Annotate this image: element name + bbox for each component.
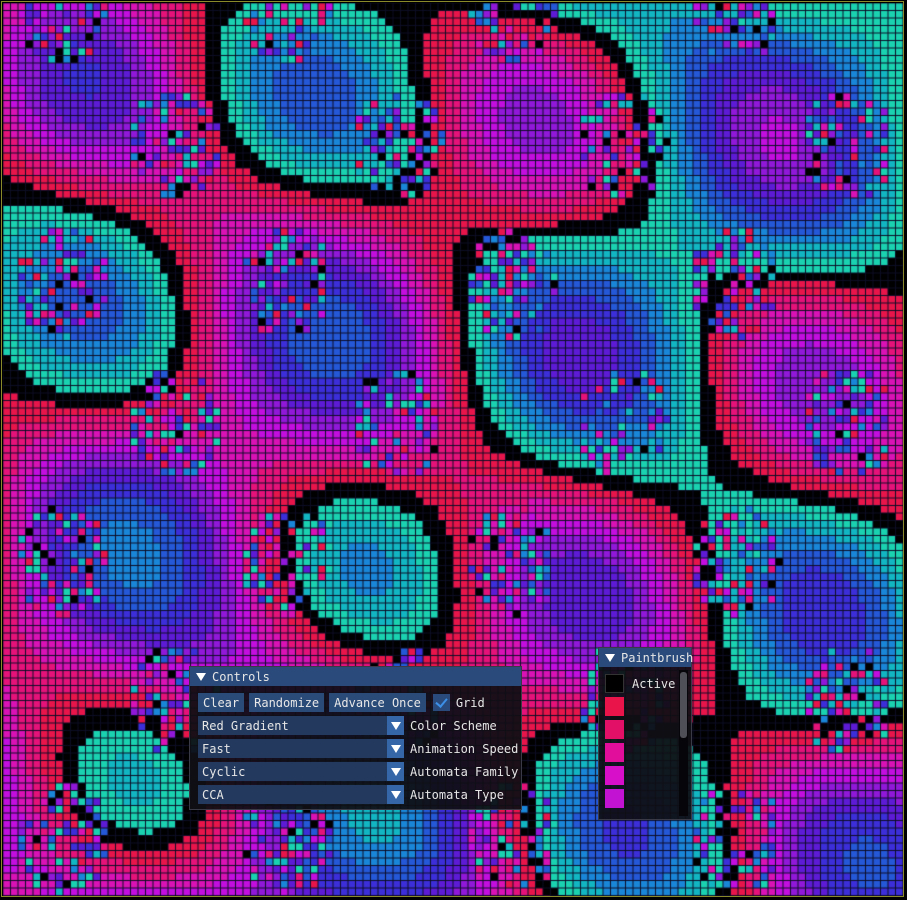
animation-speed-value: Fast xyxy=(202,741,231,756)
controls-titlebar[interactable]: Controls xyxy=(190,667,521,686)
grid-label: Grid xyxy=(455,695,485,710)
automata-type-label: Automata Type xyxy=(410,787,504,802)
automata-family-value: Cyclic xyxy=(202,764,246,779)
animation-speed-select[interactable]: Fast xyxy=(198,739,404,758)
color-scheme-value: Red Gradient xyxy=(202,718,289,733)
automata-type-row: CCA Automata Type xyxy=(198,785,504,804)
automata-family-row: Cyclic Automata Family xyxy=(198,762,518,781)
color-swatch[interactable] xyxy=(605,766,624,785)
randomize-button[interactable]: Randomize xyxy=(249,693,325,712)
color-swatch[interactable] xyxy=(605,697,624,716)
chevron-down-icon[interactable] xyxy=(387,762,404,781)
paintbrush-window: Paintbrush Active xyxy=(598,647,694,820)
paintbrush-title: Paintbrush xyxy=(621,650,694,665)
color-swatch[interactable] xyxy=(605,789,624,808)
collapse-arrow-icon[interactable] xyxy=(605,653,615,662)
color-swatch[interactable] xyxy=(605,743,624,762)
controls-window: Controls Clear Randomize Advance Once Gr… xyxy=(189,666,522,810)
color-scheme-row: Red Gradient Color Scheme xyxy=(198,716,497,735)
collapse-arrow-icon[interactable] xyxy=(196,672,206,681)
color-scheme-select[interactable]: Red Gradient xyxy=(198,716,404,735)
color-swatch[interactable] xyxy=(605,720,624,739)
automata-type-select[interactable]: CCA xyxy=(198,785,404,804)
cellular-automata-stage: Controls Clear Randomize Advance Once Gr… xyxy=(0,0,907,900)
active-color-row: Active xyxy=(605,674,675,693)
swatch-list xyxy=(605,697,624,808)
chevron-down-icon[interactable] xyxy=(387,785,404,804)
active-color-swatch[interactable] xyxy=(605,674,624,693)
advance-once-button[interactable]: Advance Once xyxy=(329,693,426,712)
grid-checkbox[interactable] xyxy=(432,694,450,711)
clear-button[interactable]: Clear xyxy=(198,693,245,712)
chevron-down-icon[interactable] xyxy=(387,716,404,735)
automata-family-label: Automata Family xyxy=(410,764,519,779)
active-label: Active xyxy=(632,676,676,691)
automata-family-select[interactable]: Cyclic xyxy=(198,762,404,781)
automata-type-value: CCA xyxy=(202,787,224,802)
controls-title: Controls xyxy=(212,669,270,684)
animation-speed-label: Animation Speed xyxy=(410,741,519,756)
paintbrush-scrollbar[interactable] xyxy=(679,670,688,816)
grid-toggle[interactable]: Grid xyxy=(432,694,485,711)
scrollbar-thumb[interactable] xyxy=(680,672,687,738)
paintbrush-titlebar[interactable]: Paintbrush xyxy=(599,648,694,667)
animation-speed-row: Fast Animation Speed xyxy=(198,739,518,758)
color-scheme-label: Color Scheme xyxy=(410,718,497,733)
chevron-down-icon[interactable] xyxy=(387,739,404,758)
